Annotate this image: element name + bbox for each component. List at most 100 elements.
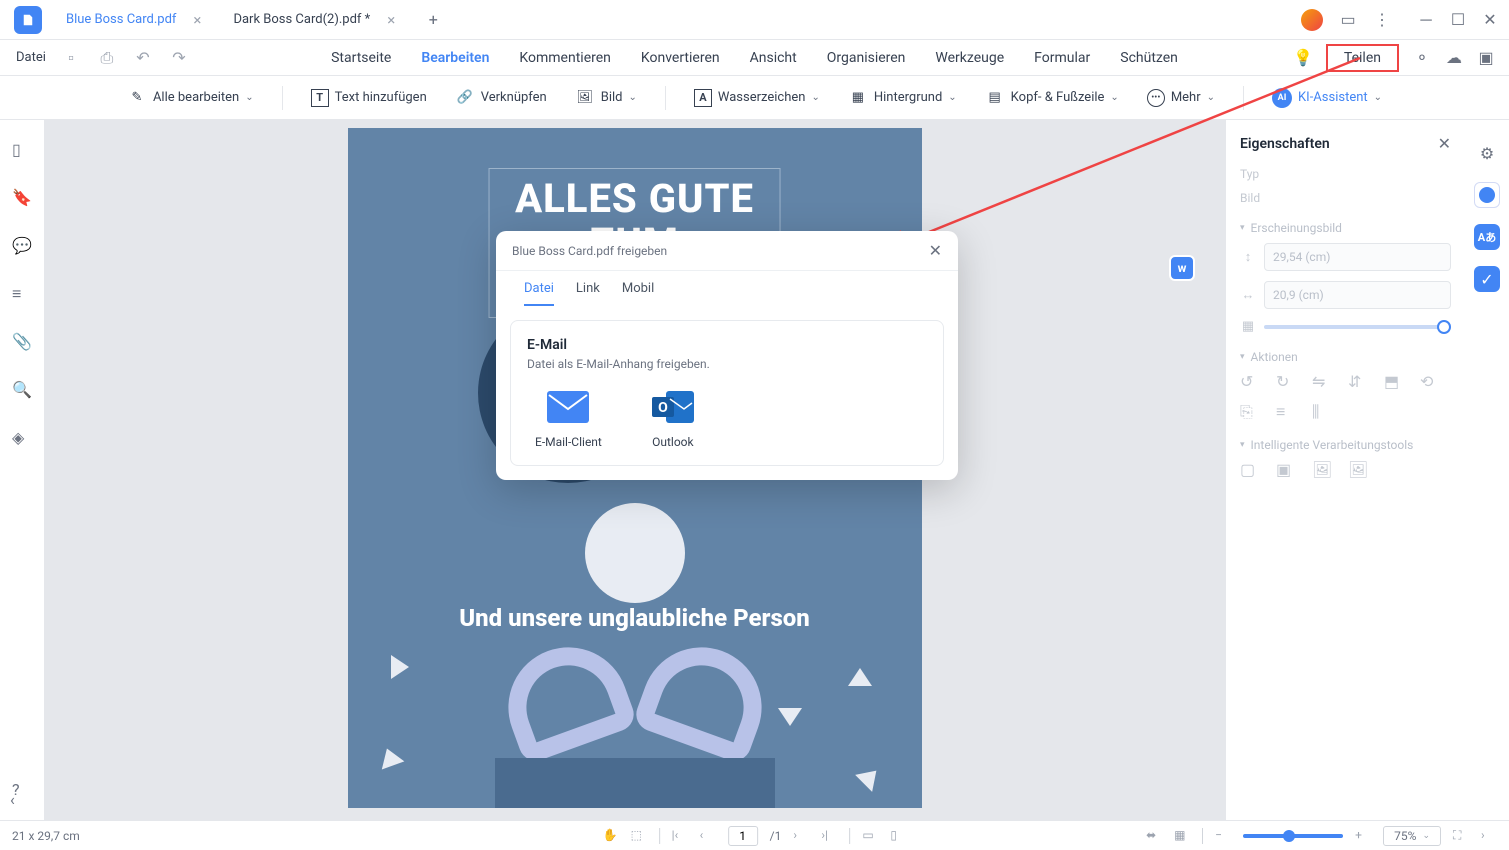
avatar[interactable] bbox=[1301, 9, 1323, 31]
tool-label: Text hinzufügen bbox=[335, 90, 427, 105]
email-section-desc: Datei als E-Mail-Anhang freigeben. bbox=[527, 357, 927, 371]
cloud-upload-icon[interactable]: ☁ bbox=[1445, 49, 1463, 67]
word-export-badge[interactable]: w bbox=[1169, 255, 1195, 281]
attachments-icon[interactable]: 📎 bbox=[12, 332, 32, 352]
flip-v-icon[interactable]: ⇵ bbox=[1348, 372, 1368, 392]
menu-werkzeuge[interactable]: Werkzeuge bbox=[935, 50, 1004, 66]
print-icon[interactable]: ⎙ bbox=[98, 49, 116, 67]
menu-ansicht[interactable]: Ansicht bbox=[750, 50, 797, 66]
tab-dark-boss[interactable]: Dark Boss Card(2).pdf * × bbox=[219, 0, 413, 40]
section-appearance[interactable]: Erscheinungsbild bbox=[1240, 221, 1451, 235]
close-icon[interactable]: × bbox=[190, 13, 204, 27]
extract-icon[interactable]: ⎘ bbox=[1240, 402, 1260, 422]
presentation-icon[interactable]: ▯ bbox=[890, 828, 906, 844]
smart-tool-3-icon[interactable]: 🖼 bbox=[1312, 460, 1332, 480]
file-menu[interactable]: Datei bbox=[0, 50, 62, 65]
translate-icon[interactable]: Aあ bbox=[1474, 224, 1500, 250]
tab-blue-boss[interactable]: Blue Boss Card.pdf × bbox=[52, 0, 219, 40]
menu-kommentieren[interactable]: Kommentieren bbox=[519, 50, 610, 66]
rotate-left-icon[interactable]: ↺ bbox=[1240, 372, 1260, 392]
expand-icon[interactable]: › bbox=[1481, 828, 1497, 844]
tool-background[interactable]: ▦ Hintergrund ⌄ bbox=[848, 88, 957, 108]
height-input[interactable] bbox=[1264, 243, 1451, 271]
undo-icon[interactable]: ↶ bbox=[134, 49, 152, 67]
first-page-icon[interactable]: |‹ bbox=[672, 828, 688, 844]
prev-page-icon[interactable]: ‹ bbox=[700, 828, 716, 844]
chevron-down-icon: ⌄ bbox=[811, 92, 819, 103]
replace-icon[interactable]: ⟲ bbox=[1420, 372, 1440, 392]
tool-watermark[interactable]: A Wasserzeichen ⌄ bbox=[694, 89, 820, 107]
zoom-in-icon[interactable]: + bbox=[1355, 828, 1371, 844]
layers-icon[interactable]: ◈ bbox=[12, 428, 32, 448]
height-icon: ↕ bbox=[1240, 249, 1256, 265]
kebab-menu-icon[interactable]: ⋮ bbox=[1373, 11, 1391, 29]
rotate-right-icon[interactable]: ↻ bbox=[1276, 372, 1296, 392]
fields-icon[interactable]: ≡ bbox=[12, 284, 32, 304]
next-page-icon[interactable]: › bbox=[793, 828, 809, 844]
menu-organisieren[interactable]: Organisieren bbox=[827, 50, 906, 66]
email-client-option[interactable]: E-Mail-Client bbox=[535, 391, 602, 449]
close-icon[interactable]: ✕ bbox=[929, 241, 942, 260]
smart-tool-4-icon[interactable]: 🖼 bbox=[1348, 460, 1368, 480]
fit-width-icon[interactable]: ⬌ bbox=[1146, 828, 1162, 844]
fit-page-icon[interactable]: ▦ bbox=[1174, 828, 1190, 844]
comments-icon[interactable]: 💬 bbox=[12, 236, 32, 256]
select-tool-icon[interactable]: ⬚ bbox=[631, 828, 647, 844]
tool-link[interactable]: 🔗 Verknüpfen bbox=[455, 88, 547, 108]
zoom-out-icon[interactable]: − bbox=[1215, 828, 1231, 844]
share-button[interactable]: Teilen bbox=[1326, 44, 1399, 72]
tool-add-text[interactable]: T Text hinzufügen bbox=[311, 89, 427, 107]
reading-mode-icon[interactable]: ▭ bbox=[862, 828, 878, 844]
settings-icon[interactable]: ⚙ bbox=[1474, 140, 1500, 166]
tool-more[interactable]: ••• Mehr ⌄ bbox=[1147, 89, 1215, 107]
section-smart-tools[interactable]: Intelligente Verarbeitungstools bbox=[1240, 438, 1451, 452]
bookmarks-icon[interactable]: 🔖 bbox=[12, 188, 32, 208]
dialog-tab-mobil[interactable]: Mobil bbox=[622, 281, 654, 306]
smart-tool-2-icon[interactable]: ▣ bbox=[1276, 460, 1296, 480]
smart-tool-1-icon[interactable]: ▢ bbox=[1240, 460, 1260, 480]
zoom-value[interactable]: 75%⌄ bbox=[1383, 826, 1441, 846]
menu-startseite[interactable]: Startseite bbox=[331, 50, 391, 66]
tool-edit-all[interactable]: ✎ Alle bearbeiten ⌄ bbox=[127, 88, 254, 108]
flip-h-icon[interactable]: ⇋ bbox=[1312, 372, 1332, 392]
opacity-slider[interactable] bbox=[1264, 325, 1451, 329]
last-page-icon[interactable]: ›| bbox=[821, 828, 837, 844]
add-tab-button[interactable]: + bbox=[421, 8, 445, 32]
distribute-icon[interactable]: ⫼ bbox=[1312, 402, 1332, 422]
close-icon[interactable]: × bbox=[384, 13, 398, 27]
tool-header-footer[interactable]: ▤ Kopf- & Fußzeile ⌄ bbox=[985, 88, 1119, 108]
close-window-icon[interactable]: ✕ bbox=[1481, 11, 1499, 29]
hand-tool-icon[interactable]: ✋ bbox=[603, 828, 619, 844]
minimize-icon[interactable]: ─ bbox=[1417, 11, 1435, 29]
section-actions[interactable]: Aktionen bbox=[1240, 350, 1451, 364]
dialog-tab-link[interactable]: Link bbox=[576, 281, 600, 306]
menu-schuetzen[interactable]: Schützen bbox=[1120, 50, 1178, 66]
align-icon[interactable]: ≡ bbox=[1276, 402, 1296, 422]
ai-chat-icon[interactable] bbox=[1474, 182, 1500, 208]
dialog-tab-datei[interactable]: Datei bbox=[524, 281, 554, 306]
lightbulb-icon[interactable]: 💡 bbox=[1294, 49, 1312, 67]
menu-bearbeiten[interactable]: Bearbeiten bbox=[421, 50, 489, 66]
zoom-slider[interactable] bbox=[1243, 834, 1343, 838]
maximize-icon[interactable]: ☐ bbox=[1449, 11, 1467, 29]
collapse-sidebar-icon[interactable]: ‹ bbox=[10, 790, 30, 810]
upload-icon[interactable]: ▣ bbox=[1477, 49, 1495, 67]
crop-icon[interactable]: ⬒ bbox=[1384, 372, 1404, 392]
search-icon[interactable]: 🔍 bbox=[12, 380, 32, 400]
share-network-icon[interactable]: ⚬ bbox=[1413, 49, 1431, 67]
redo-icon[interactable]: ↷ bbox=[170, 49, 188, 67]
check-icon[interactable]: ✓ bbox=[1474, 266, 1500, 292]
tool-image[interactable]: 🖼 Bild ⌄ bbox=[575, 88, 637, 108]
outlook-option[interactable]: O Outlook bbox=[652, 391, 694, 449]
message-icon[interactable]: ▭ bbox=[1339, 11, 1357, 29]
menu-formular[interactable]: Formular bbox=[1034, 50, 1090, 66]
svg-text:O: O bbox=[658, 400, 668, 416]
save-icon[interactable]: ▫ bbox=[62, 49, 80, 67]
page-number-input[interactable] bbox=[728, 826, 758, 846]
thumbnails-icon[interactable]: ▯ bbox=[12, 140, 32, 160]
width-input[interactable] bbox=[1264, 281, 1451, 309]
close-icon[interactable]: ✕ bbox=[1438, 134, 1451, 153]
menu-konvertieren[interactable]: Konvertieren bbox=[641, 50, 720, 66]
fullscreen-icon[interactable]: ⛶ bbox=[1453, 828, 1469, 844]
tool-ai-assistant[interactable]: AI KI-Assistent ⌄ bbox=[1272, 88, 1382, 108]
